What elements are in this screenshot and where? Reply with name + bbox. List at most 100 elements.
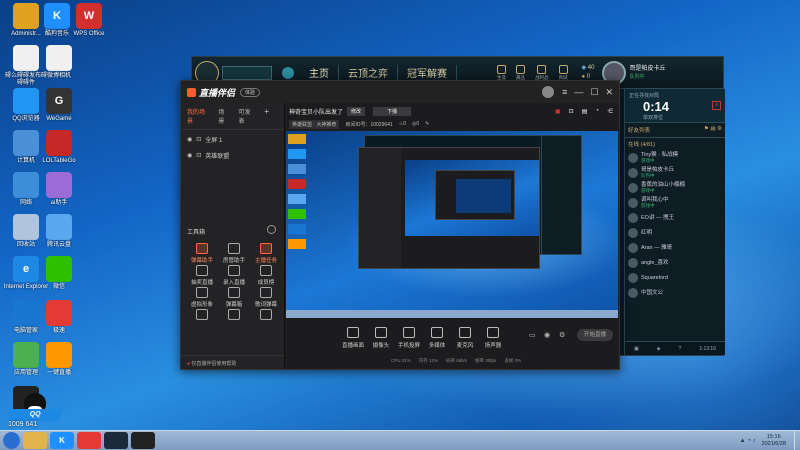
friend-item[interactable]: Aran — 雅哥 [625,240,725,255]
live-indicator-icon[interactable]: ▣ [555,108,561,115]
tool-button[interactable]: 虚拟形象 [189,287,215,308]
lol-top-icon-button[interactable]: 战利品 [535,64,549,81]
room-type[interactable]: 英雄联盟 · 大神推荐 [289,119,340,129]
tool-button[interactable] [189,309,215,322]
lol-play-button[interactable] [222,65,272,80]
tool-button[interactable] [253,309,279,322]
desktop-icon[interactable]: LOLTableGo [36,130,82,165]
preview-nested-stream [358,147,540,269]
stream-preview[interactable] [286,131,618,318]
source-button[interactable]: 摄像头 [367,327,395,349]
edit-icon[interactable]: ✎ [425,121,429,127]
bell-icon[interactable]: ◔ [595,108,599,114]
maximize-icon[interactable]: ☐ [590,87,598,98]
friends-tools-icon[interactable]: ⚑ ▤ ⚙ [704,126,722,134]
friend-item[interactable]: 调叫我心中 游戏中 [625,195,725,210]
user-avatar[interactable] [542,86,555,98]
source-button[interactable]: 多媒体 [423,327,451,349]
eye-icon[interactable]: ◉ [187,152,192,159]
chat-icon[interactable]: ▣ [634,346,639,352]
scene-sub-item[interactable]: ◉ ⊡ 英雄联盟 [181,149,284,162]
close-icon[interactable]: ✕ [605,87,613,98]
tool-button[interactable]: 录入直播 [221,265,247,286]
lol-home-icon[interactable] [282,66,294,79]
friend-item[interactable]: EO讲 — 拽王 [625,210,725,225]
scene-tab[interactable]: 场景 [218,107,229,125]
lock-icon[interactable]: ⊡ [196,136,201,143]
taskbar-kugou-icon[interactable]: K [50,432,74,449]
friend-item[interactable]: angle_喜欢 [625,255,725,270]
desktop-icon[interactable]: ai助手 [36,172,82,207]
queue-cancel-icon[interactable]: × [712,101,721,110]
tool-button[interactable]: 抽奖直播 [189,265,215,286]
desktop-icon[interactable]: 一键直播 [36,342,82,377]
source-button[interactable]: 手机投屏 [395,327,423,349]
lol-nav-item[interactable]: 云顶之弈 [339,65,398,80]
taskbar-stream-icon[interactable] [131,432,155,449]
tool-icon [196,309,208,320]
toolbox-settings-icon[interactable] [267,225,276,234]
tool-button[interactable]: 弹幕箱 [221,287,247,308]
top-nav-icon [558,64,568,74]
show-desktop-button[interactable] [794,430,800,450]
tool-button[interactable]: 弹幕助手 [189,243,215,264]
stream-app-badge[interactable]: 体验 [240,87,261,97]
friend-item[interactable]: 哥是帕皮卡丘 队列中 [625,165,725,180]
friend-item[interactable]: 红明 [625,225,725,240]
friend-item[interactable]: 香蕉的油山小楠楠 游戏中 [625,180,725,195]
desktop-icon[interactable]: 极速 [36,300,82,335]
tool-button[interactable]: 房管助手 [221,243,247,264]
tool-label: 歌词弹幕 [254,302,277,308]
minimize-icon[interactable]: — [574,87,583,97]
friend-item[interactable]: Squarelord [625,270,725,285]
share-icon[interactable]: ⋲ [607,108,613,115]
window-icon[interactable]: ▤ [582,108,588,115]
camera-toggle-icon[interactable]: ▭ [529,331,536,339]
source-button[interactable]: 扬声器 [479,327,507,349]
lock-screen-icon[interactable]: ⊡ [569,108,574,115]
eye-toggle-icon[interactable]: ◉ [544,331,550,339]
add-scene-icon[interactable]: + [264,107,269,125]
desktop-icon[interactable]: 微信 [36,256,82,291]
desktop-icon[interactable]: 微博相机 [36,45,82,80]
lol-top-icon-button[interactable]: 生涯 [497,64,506,81]
tool-button[interactable]: 成员榜 [253,265,279,286]
lol-nav-item[interactable]: 主页 [300,65,339,80]
taskbar-app-icon[interactable] [77,432,101,449]
desktop-icon[interactable]: G WeGame [36,88,82,123]
menu-icon[interactable]: ≡ [562,87,567,97]
source-button[interactable]: 麦克风 [451,327,479,349]
tray-icons[interactable]: ▲ ◔ ♪ [740,438,756,444]
stream-title-edit-button[interactable]: 修改 [347,106,366,116]
lol-top-icon-button[interactable]: 商城 [558,64,568,81]
app-icon [46,130,72,156]
stream-mode-select[interactable]: 下播 [373,106,412,116]
clock[interactable]: 15:16 2021/6/28 [762,434,786,448]
scene-tab[interactable]: 我的场景 [187,107,209,125]
friends-list: Tiny猴 · 私战模 游戏中 哥是帕皮卡丘 队列中 香蕉的油山小楠楠 游戏中 调叫我心中游… [625,150,725,300]
eye-icon[interactable]: ◉ [187,136,192,143]
source-button[interactable]: 直播画面 [339,327,367,349]
taskbar-start-icon[interactable] [3,432,20,449]
scene-tabs: 我的场景 场景 可发表 + [181,103,284,130]
scene-item[interactable]: ◉ ⊡ 全屏 1 [181,130,284,149]
taskbar-explorer-icon[interactable] [23,432,47,449]
tool-button[interactable]: 歌词弹幕 [253,287,279,308]
friend-item[interactable]: 中国文公 [625,285,725,300]
lock-icon[interactable]: ⊡ [196,152,201,159]
desktop-icon[interactable]: 腾讯云盘 [36,214,82,249]
mission-icon[interactable]: ◈ [657,346,661,352]
taskbar-lol-icon[interactable] [104,432,128,449]
help-icon[interactable]: ? [679,346,682,352]
start-live-button[interactable]: 开始直播 [577,329,613,341]
desktop-icon[interactable]: W WPS Office [66,3,112,38]
tool-button[interactable]: 主播任务 [253,243,279,264]
settings-icon[interactable]: ⚙ [559,331,565,339]
scene-tab[interactable]: 可发表 [239,107,256,125]
lol-top-icon-button[interactable]: 藏品 [516,64,525,81]
tool-button[interactable] [221,309,247,322]
queue-time: 0:14 [643,99,670,114]
lol-nav-item[interactable]: 冠军解赛 [398,65,457,80]
friend-item[interactable]: Tiny猴 · 私战模 游戏中 [625,150,725,165]
friends-group[interactable]: 在线 (4/81) [625,138,725,150]
